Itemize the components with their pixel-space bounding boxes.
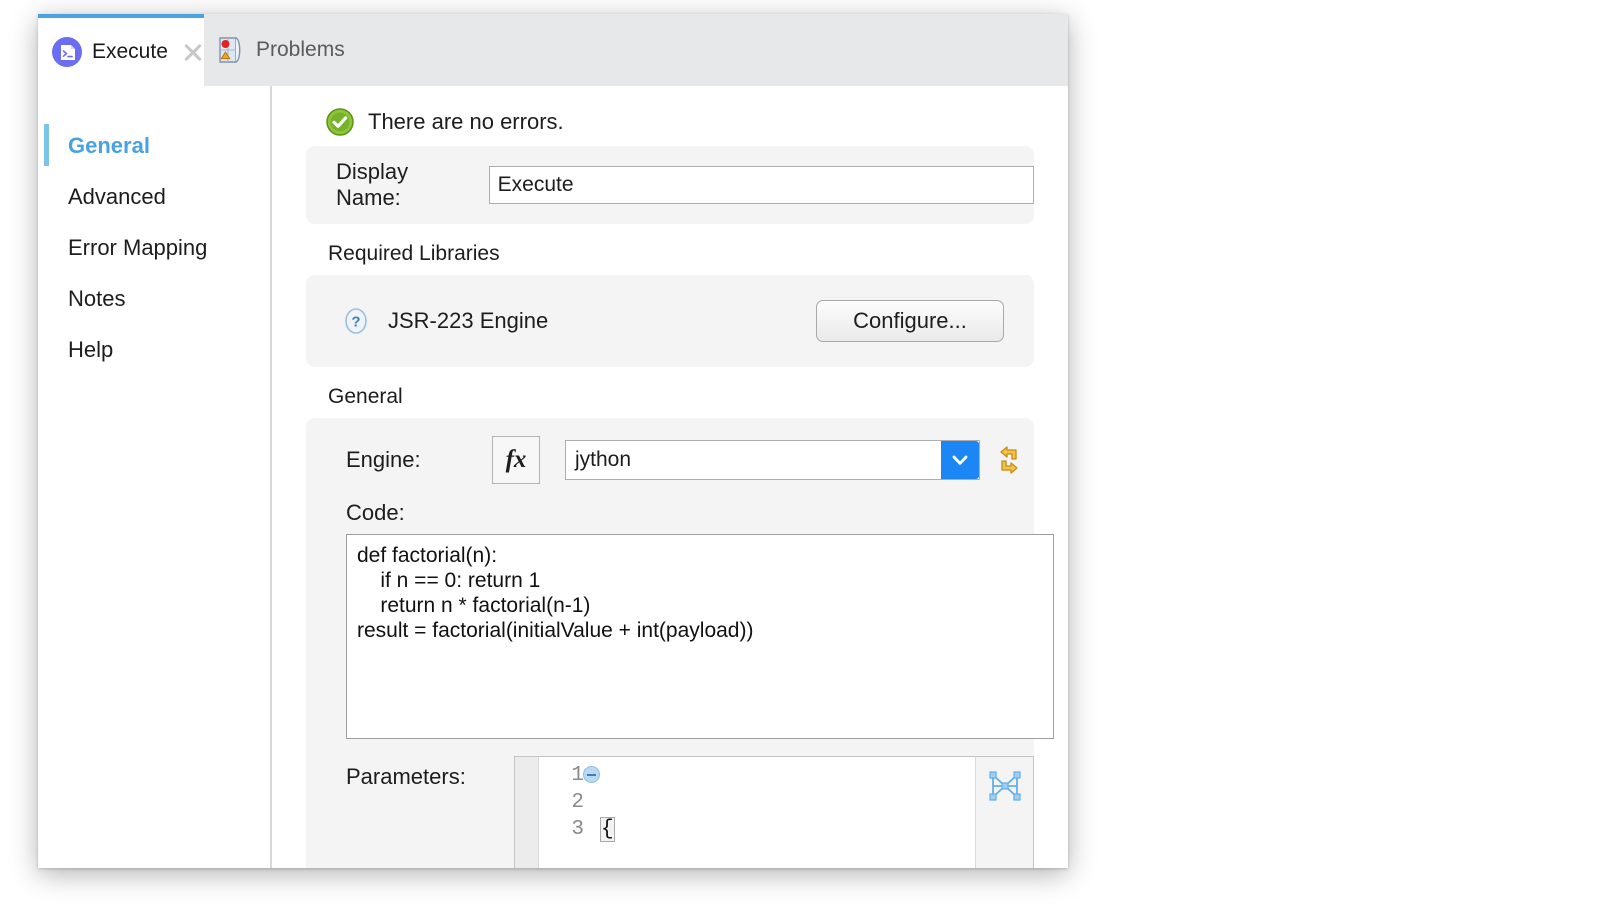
- required-libraries-label: Required Libraries: [328, 242, 1046, 266]
- engine-combobox[interactable]: jython: [565, 440, 980, 480]
- settings-sidebar: General Advanced Error Mapping Notes Hel…: [38, 86, 270, 868]
- tab-bar: Execute Problems: [38, 14, 1068, 86]
- engine-row: Engine: fx jython: [306, 436, 1034, 484]
- script-document-icon: [52, 37, 82, 67]
- sidebar-item-general[interactable]: General: [38, 120, 270, 171]
- required-libraries-panel: ? JSR-223 Engine Configure...: [306, 275, 1034, 367]
- engine-value: jython: [566, 441, 941, 479]
- sidebar-item-notes[interactable]: Notes: [38, 273, 270, 324]
- parameters-row: Parameters: 1 2 3 { initialValue: 3 }: [306, 756, 1034, 868]
- code-fold-icon[interactable]: [583, 766, 600, 783]
- sidebar-item-label: Error Mapping: [68, 235, 207, 261]
- parameters-editor[interactable]: 1 2 3 { initialValue: 3 }: [514, 756, 975, 868]
- parameters-label: Parameters:: [346, 756, 514, 790]
- code-token: {: [601, 818, 614, 841]
- parameters-code[interactable]: { initialValue: 3 }: [587, 757, 975, 868]
- configure-button[interactable]: Configure...: [816, 300, 1004, 342]
- execute-step-window: Execute Problems General: [38, 14, 1068, 868]
- sidebar-item-help[interactable]: Help: [38, 324, 270, 375]
- line-number: 2: [539, 789, 587, 816]
- line-number-gutter: 1 2 3: [539, 757, 587, 868]
- status-message: There are no errors.: [294, 98, 1046, 146]
- line-number: 1: [539, 762, 587, 789]
- tab-problems[interactable]: Problems: [204, 14, 359, 86]
- general-group-label: General: [328, 385, 1046, 409]
- tab-label: Execute: [92, 40, 168, 64]
- close-icon[interactable]: [182, 41, 190, 63]
- sidebar-item-label: Advanced: [68, 184, 166, 210]
- display-name-panel: Display Name: Execute: [306, 146, 1034, 224]
- display-name-input[interactable]: Execute: [489, 166, 1034, 204]
- code-line: {: [601, 816, 975, 843]
- function-fx-icon[interactable]: fx: [492, 436, 540, 484]
- library-name: JSR-223 Engine: [388, 308, 548, 334]
- sidebar-item-label: General: [68, 133, 150, 159]
- general-panel: Engine: fx jython: [306, 418, 1034, 868]
- tab-label: Problems: [256, 38, 345, 62]
- engine-label: Engine:: [346, 447, 492, 473]
- refresh-arrows-icon[interactable]: [992, 443, 1026, 477]
- configure-button-label: Configure...: [853, 308, 967, 334]
- window-body: General Advanced Error Mapping Notes Hel…: [38, 86, 1068, 868]
- code-editor[interactable]: def factorial(n): if n == 0: return 1 re…: [346, 534, 1054, 739]
- display-name-value: Execute: [498, 173, 574, 197]
- line-number: 3: [539, 816, 587, 843]
- parameters-side-panel: [975, 756, 1034, 868]
- chevron-down-icon[interactable]: [941, 441, 979, 479]
- editor-left-strip: [515, 757, 539, 868]
- fx-label: fx: [506, 446, 527, 474]
- transform-graph-icon[interactable]: [986, 767, 1024, 805]
- settings-content: There are no errors. Display Name: Execu…: [272, 86, 1068, 868]
- sidebar-item-advanced[interactable]: Advanced: [38, 171, 270, 222]
- sidebar-item-label: Notes: [68, 286, 125, 312]
- sidebar-item-error-mapping[interactable]: Error Mapping: [38, 222, 270, 273]
- success-check-icon: [326, 108, 354, 136]
- problems-icon: [218, 35, 246, 65]
- svg-text:?: ?: [351, 314, 360, 331]
- display-name-label: Display Name:: [336, 159, 473, 211]
- tab-execute[interactable]: Execute: [38, 14, 204, 86]
- status-text: There are no errors.: [368, 109, 564, 135]
- sidebar-item-label: Help: [68, 337, 113, 363]
- code-label: Code:: [346, 500, 1034, 526]
- question-help-icon[interactable]: ?: [342, 307, 370, 335]
